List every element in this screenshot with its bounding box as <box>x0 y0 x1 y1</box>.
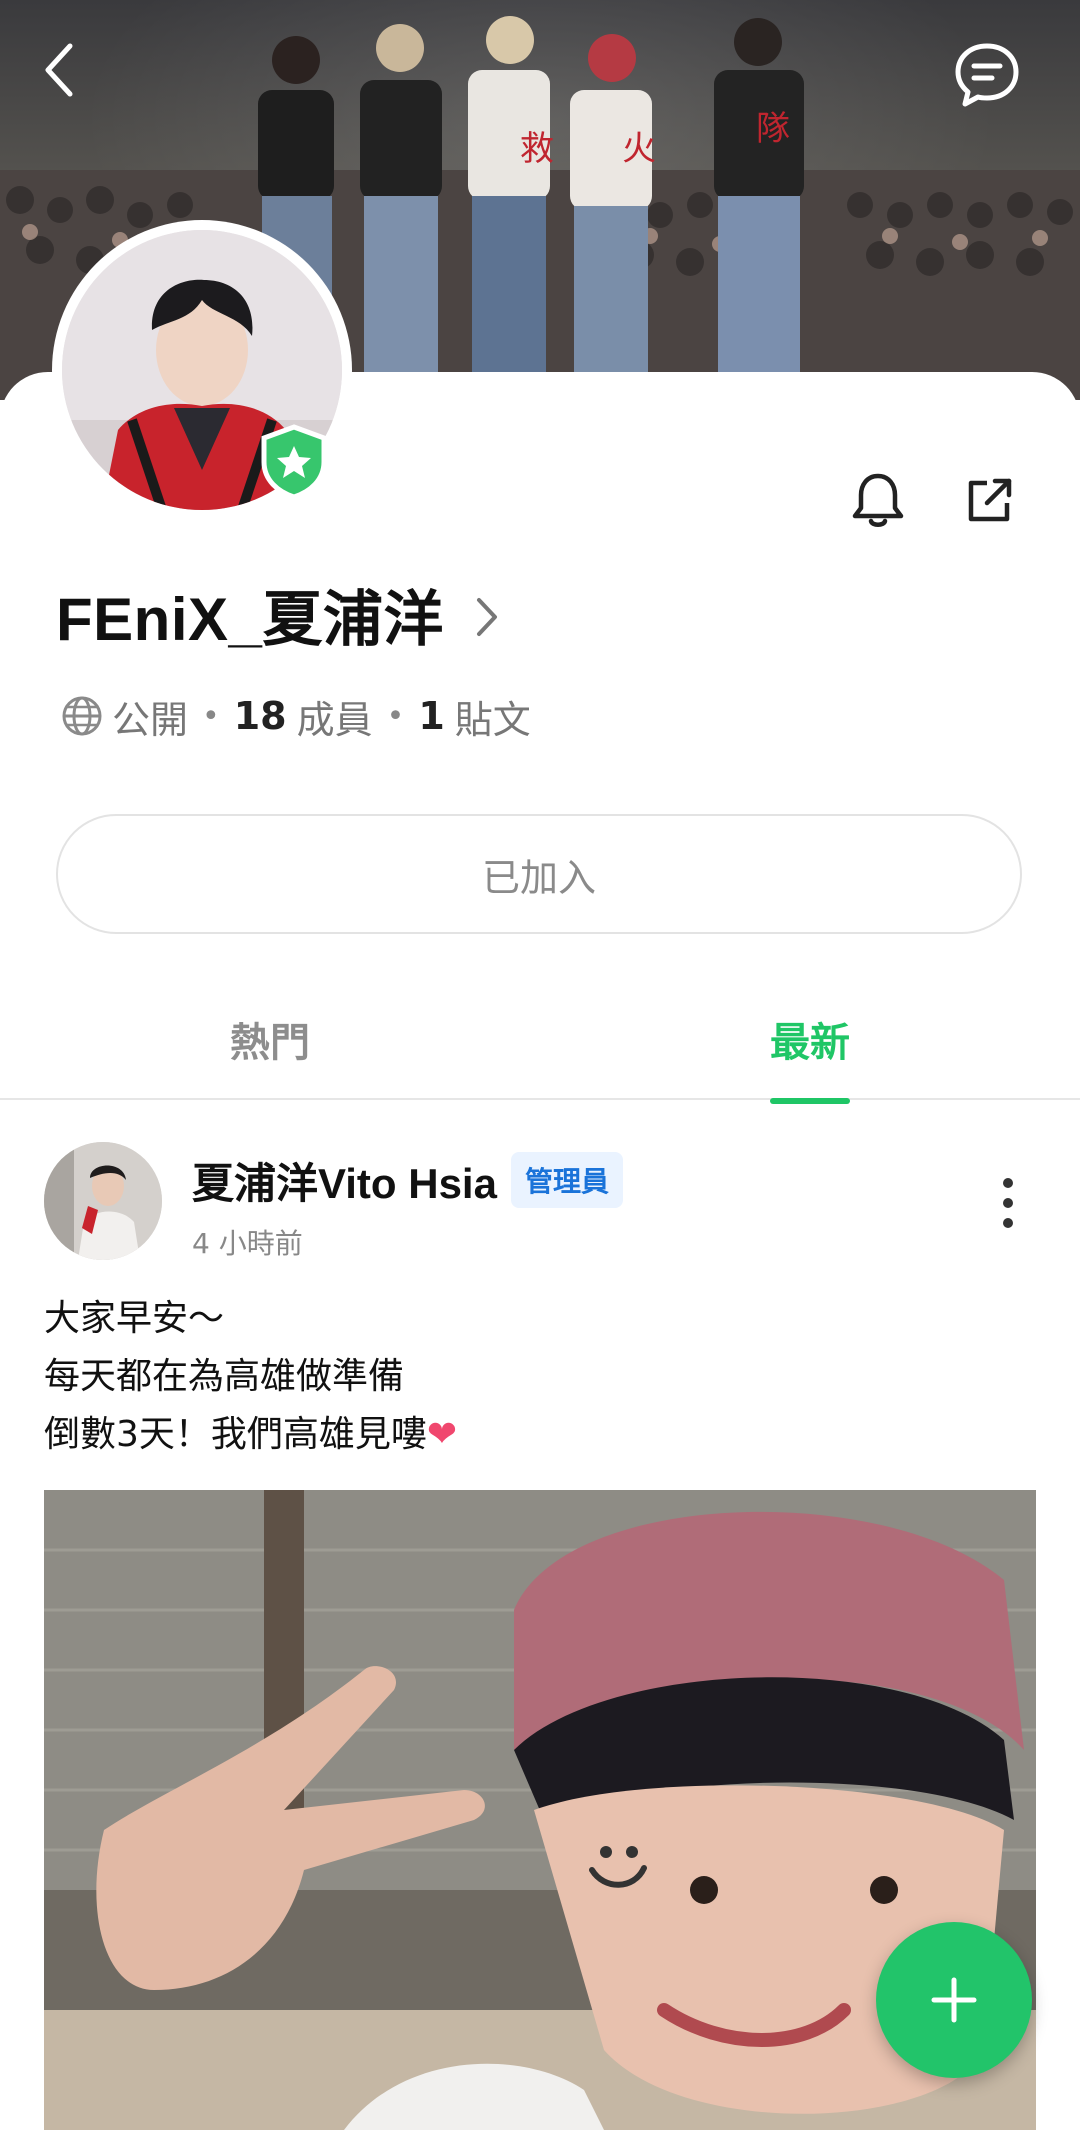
separator-dot: • <box>202 698 220 734</box>
members-count: 18 <box>233 694 287 738</box>
star-shield-icon <box>261 424 327 500</box>
svg-text:隊: 隊 <box>756 109 790 149</box>
external-share-icon <box>968 478 1012 522</box>
share-button[interactable] <box>950 460 1030 540</box>
globe-icon <box>62 696 102 736</box>
tab-popular[interactable]: 熱門 <box>170 980 370 1098</box>
posts-count: 1 <box>418 694 445 738</box>
post-author-row: 夏浦洋Vito Hsia 管理員 <box>192 1148 623 1212</box>
posts-label: 貼文 <box>454 697 531 742</box>
group-title: FEniX_夏浦洋 <box>56 585 444 653</box>
chat-button[interactable] <box>952 40 1032 120</box>
separator-dot: • <box>386 698 405 734</box>
post-text-line: 倒數3天！我們高雄見嘍❤ <box>44 1414 458 1455</box>
post-timestamp: 4 小時前 <box>192 1227 303 1260</box>
tab-latest[interactable]: 最新 <box>710 980 910 1098</box>
svg-text:火: 火 <box>622 129 656 169</box>
post-text-line: 每天都在為高雄做準備 <box>44 1356 405 1397</box>
notification-button[interactable] <box>838 460 918 540</box>
create-post-button[interactable] <box>876 1922 1032 2078</box>
plus-icon <box>931 1977 977 2023</box>
post-text: 大家早安～ 每天都在為高雄做準備 倒數3天！我們高雄見嘍❤ <box>44 1290 1044 1464</box>
heart-icon: ❤ <box>426 1414 458 1455</box>
post-author-avatar[interactable] <box>44 1142 162 1260</box>
back-button[interactable] <box>40 40 104 120</box>
feed-tabs: 熱門 最新 <box>0 980 1080 1100</box>
group-meta: 公開 • 18 成員 • 1 貼文 <box>60 688 531 744</box>
svg-text:救: 救 <box>520 129 554 169</box>
active-tab-indicator <box>770 1098 850 1104</box>
more-vertical-icon <box>1003 1178 1013 1228</box>
verified-badge <box>258 424 330 500</box>
admin-badge: 管理員 <box>510 1152 623 1208</box>
privacy-label: 公開 <box>112 697 189 742</box>
post-more-button[interactable] <box>978 1168 1038 1238</box>
group-title-link[interactable]: FEniX_夏浦洋 <box>56 578 500 653</box>
members-label: 成員 <box>296 697 373 742</box>
chevron-left-icon <box>45 43 73 97</box>
chevron-right-icon <box>476 598 497 636</box>
joined-button[interactable]: 已加入 <box>56 814 1022 934</box>
post-text-line: 大家早安～ <box>44 1298 225 1339</box>
post-author-name[interactable]: 夏浦洋Vito Hsia <box>192 1150 497 1211</box>
chat-bubble-icon <box>955 43 1019 107</box>
bell-icon <box>852 473 904 527</box>
